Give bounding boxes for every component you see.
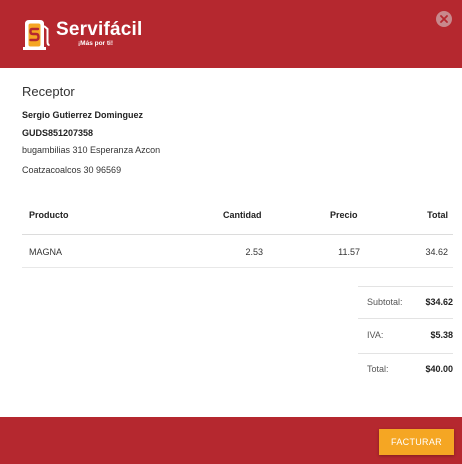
total-value: $40.00 bbox=[425, 364, 453, 374]
total-label: Total: bbox=[367, 364, 389, 374]
cell-producto: MAGNA bbox=[29, 247, 63, 257]
column-header-total: Total bbox=[427, 210, 448, 220]
fuel-pump-logo-icon bbox=[23, 20, 50, 50]
close-button[interactable] bbox=[436, 11, 452, 27]
receptor-name: Sergio Gutierrez Dominguez bbox=[22, 110, 144, 120]
cell-total: 34.62 bbox=[425, 247, 448, 257]
brand-name: Servifácil bbox=[56, 19, 143, 40]
iva-value: $5.38 bbox=[430, 330, 453, 340]
facturar-button[interactable]: FACTURAR bbox=[379, 429, 454, 455]
column-header-precio: Precio bbox=[330, 210, 358, 220]
cell-precio: 11.57 bbox=[338, 247, 360, 257]
servifacil-logo: Servifácil ¡Más por ti! bbox=[22, 18, 143, 50]
receptor-address-line1: bugambilias 310 Esperanza Azcon bbox=[22, 145, 161, 155]
summary-divider bbox=[358, 286, 453, 287]
brand-tagline: ¡Más por ti! bbox=[78, 40, 114, 47]
table-header: Producto Cantidad Precio Total bbox=[22, 207, 453, 235]
receptor-address-line2: Coatzacoalcos 30 96569 bbox=[22, 165, 122, 175]
receptor-heading: Receptor bbox=[22, 84, 75, 99]
modal-footer: FACTURAR bbox=[0, 417, 462, 464]
iva-label: IVA: bbox=[367, 330, 384, 340]
subtotal-label: Subtotal: bbox=[367, 297, 403, 307]
modal-header: Servifácil ¡Más por ti! bbox=[0, 0, 462, 68]
column-header-cantidad: Cantidad bbox=[223, 210, 262, 220]
column-header-producto: Producto bbox=[29, 210, 69, 220]
cell-cantidad: 2.53 bbox=[245, 247, 263, 257]
receptor-rfc: GUDS851207358 bbox=[22, 128, 94, 138]
table-row: MAGNA 2.53 11.57 34.62 bbox=[22, 236, 453, 268]
summary-divider bbox=[358, 353, 453, 354]
close-icon bbox=[440, 15, 448, 23]
subtotal-value: $34.62 bbox=[425, 297, 453, 307]
summary-divider bbox=[358, 318, 453, 319]
